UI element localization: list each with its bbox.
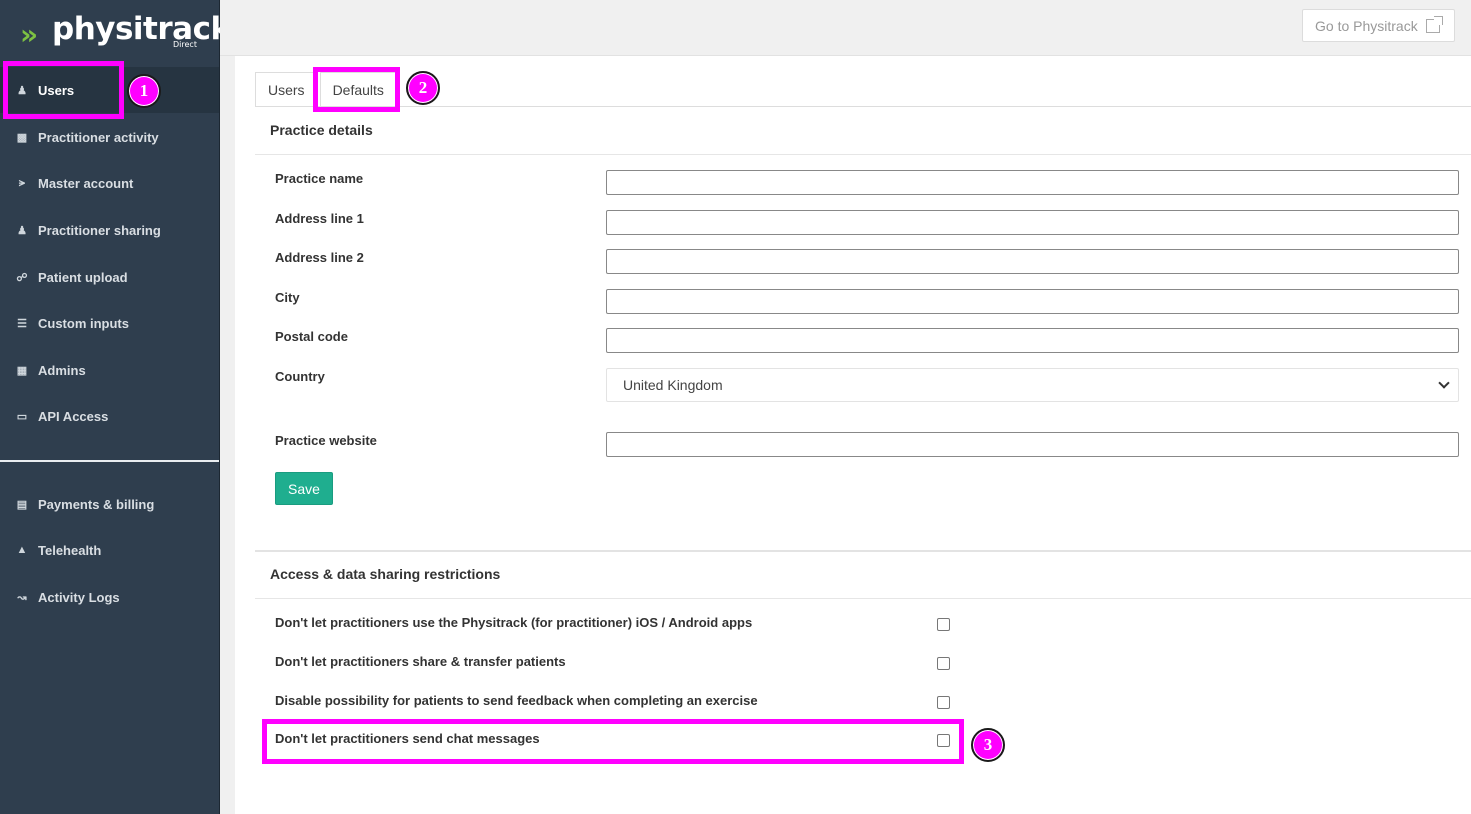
- sidebar-item-payments-billing[interactable]: ▤ Payments & billing: [0, 481, 219, 527]
- building-icon: ▦: [16, 364, 28, 377]
- video-camera-icon: ▲: [16, 544, 28, 556]
- sidebar-item-admins[interactable]: ▦ Admins: [0, 347, 219, 393]
- sidebar-item-label: Master account: [38, 175, 134, 191]
- highlight-box-2: [313, 67, 400, 112]
- section-divider: [255, 154, 1471, 155]
- step-badge-3: 3: [971, 728, 1005, 762]
- tab-divider: [255, 106, 1471, 107]
- main-content: Users Defaults Practice details Practice…: [235, 56, 1471, 814]
- practice-name-label: Practice name: [275, 171, 364, 186]
- country-selected-value: United Kingdom: [623, 377, 723, 393]
- highlight-box-1: [3, 61, 124, 119]
- practice-website-label: Practice website: [275, 433, 377, 448]
- sidebar-item-label: Admins: [38, 362, 86, 378]
- sidebar-divider: [0, 460, 219, 462]
- restriction-share-transfer-checkbox[interactable]: [937, 657, 950, 670]
- list-icon: ☰: [17, 317, 27, 330]
- restriction-label: Don't let practitioners use the Physitra…: [275, 615, 753, 630]
- step-badge-2: 2: [406, 71, 440, 105]
- sidebar-item-custom-inputs[interactable]: ☰ Custom inputs: [0, 300, 219, 346]
- address-line-1-input[interactable]: [606, 210, 1459, 235]
- practice-details-title: Practice details: [270, 122, 373, 138]
- sidebar: » physitrack Direct ♟ Users ▩ Practition…: [0, 0, 231, 814]
- postal-code-input[interactable]: [606, 328, 1459, 353]
- sidebar-item-label: Payments & billing: [38, 496, 155, 512]
- highlight-box-3: [262, 719, 964, 764]
- country-label: Country: [275, 369, 325, 384]
- sidebar-item-activity-logs[interactable]: ↝ Activity Logs: [0, 574, 219, 620]
- link-icon: ☍: [16, 271, 28, 284]
- go-to-physitrack-label: Go to Physitrack: [1315, 17, 1418, 34]
- city-label: City: [275, 290, 300, 305]
- tab-users[interactable]: Users: [255, 72, 318, 107]
- sidebar-item-patient-upload[interactable]: ☍ Patient upload: [0, 254, 219, 300]
- go-to-physitrack-button[interactable]: Go to Physitrack: [1302, 9, 1455, 42]
- external-link-icon: [1425, 15, 1443, 33]
- sidebar-item-api-access[interactable]: ▭ API Access: [0, 393, 219, 439]
- document-icon: ▤: [16, 498, 28, 511]
- save-button[interactable]: Save: [275, 472, 333, 505]
- sidebar-item-practitioner-sharing[interactable]: ♟ Practitioner sharing: [0, 207, 219, 253]
- monitor-icon: ▭: [16, 410, 28, 423]
- address-line-2-label: Address line 2: [275, 250, 364, 265]
- sidebar-item-label: Patient upload: [38, 269, 128, 285]
- restriction-feedback-checkbox[interactable]: [937, 696, 950, 709]
- sidebar-item-label: Practitioner sharing: [38, 222, 161, 238]
- logo[interactable]: » physitrack Direct: [0, 0, 231, 67]
- chevron-logo-icon: »: [20, 18, 38, 51]
- practice-website-input[interactable]: [606, 432, 1459, 457]
- postal-code-label: Postal code: [275, 329, 348, 344]
- restriction-mobile-apps-checkbox[interactable]: [937, 618, 950, 631]
- sidebar-item-master-account[interactable]: ⪫ Master account: [0, 160, 219, 206]
- sidebar-item-label: Custom inputs: [38, 315, 129, 331]
- logo-text: physitrack: [52, 11, 231, 47]
- bar-chart-icon: ▩: [16, 131, 28, 144]
- chevron-down-icon: [1438, 377, 1450, 389]
- access-restrictions-title: Access & data sharing restrictions: [270, 566, 501, 582]
- sidebar-item-telehealth[interactable]: ▲ Telehealth: [0, 527, 219, 573]
- address-line-1-label: Address line 1: [275, 211, 364, 226]
- line-chart-icon: ↝: [17, 591, 27, 604]
- sidebar-item-label: API Access: [38, 408, 109, 424]
- restriction-label: Disable possibility for patients to send…: [275, 693, 758, 708]
- restriction-label: Don't let practitioners share & transfer…: [275, 654, 566, 669]
- sidebar-item-practitioner-activity[interactable]: ▩ Practitioner activity: [0, 114, 219, 160]
- sidebar-item-label: Practitioner activity: [38, 129, 159, 145]
- step-badge-1: 1: [127, 74, 161, 108]
- city-input[interactable]: [606, 289, 1459, 314]
- user-icon: ♟: [17, 224, 27, 237]
- top-bar: Go to Physitrack: [220, 0, 1471, 56]
- tab-label: Users: [268, 82, 305, 98]
- practice-name-input[interactable]: [606, 170, 1459, 195]
- logo-subtext: Direct: [173, 40, 197, 49]
- share-icon: ⪫: [18, 176, 26, 189]
- address-line-2-input[interactable]: [606, 249, 1459, 274]
- sidebar-item-label: Activity Logs: [38, 589, 120, 605]
- country-select[interactable]: United Kingdom: [606, 368, 1459, 402]
- sidebar-item-label: Telehealth: [38, 542, 102, 558]
- section-divider: [255, 550, 1471, 552]
- section-divider: [255, 598, 1471, 599]
